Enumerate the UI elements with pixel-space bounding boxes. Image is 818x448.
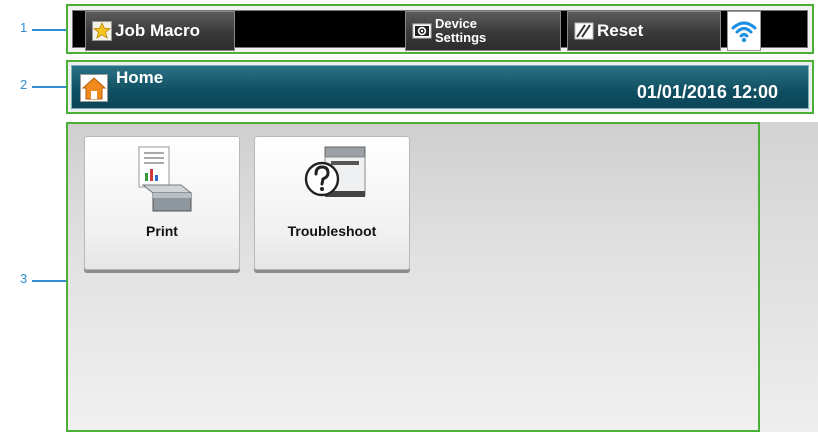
reset-icon: [574, 21, 594, 41]
troubleshoot-icon: [295, 143, 371, 213]
settings-screen-icon: [412, 21, 432, 41]
home-icon[interactable]: [80, 74, 108, 102]
print-icon: [125, 143, 201, 213]
callout-line-3: [32, 280, 66, 282]
device-settings-button[interactable]: Device Settings: [405, 11, 561, 51]
wifi-icon: [731, 18, 757, 44]
toolbar-region: Job Macro Device Settings Reset: [66, 4, 814, 54]
troubleshoot-tile[interactable]: Troubleshoot: [254, 136, 410, 270]
callout-line-1: [32, 29, 66, 31]
datetime-display: 01/01/2016 12:00: [636, 82, 778, 102]
job-macro-label: Job Macro: [115, 21, 201, 40]
scroll-area-background: [760, 122, 818, 432]
troubleshoot-label: Troubleshoot: [287, 223, 377, 239]
callout-line-2: [32, 86, 66, 88]
star-icon: [92, 21, 112, 41]
status-bar: Home 01/01/2016 12:00: [71, 65, 809, 109]
callout-number-1: 1: [20, 20, 28, 35]
print-label: Print: [146, 223, 178, 239]
wifi-button[interactable]: [727, 11, 761, 51]
job-macro-button[interactable]: Job Macro: [85, 11, 235, 51]
status-region: Home 01/01/2016 12:00: [66, 60, 814, 114]
home-label: Home: [116, 68, 164, 87]
device-settings-label: Device Settings: [435, 17, 486, 45]
device-settings-label-line1: Device: [435, 16, 477, 31]
toolbar: Job Macro Device Settings Reset: [72, 10, 808, 51]
main-region: Print Troubleshoot: [66, 122, 760, 432]
device-settings-label-line2: Settings: [435, 30, 487, 45]
callout-number-2: 2: [20, 77, 28, 92]
reset-label: Reset: [597, 21, 644, 40]
reset-button[interactable]: Reset: [567, 11, 721, 51]
callout-number-3: 3: [20, 271, 28, 286]
print-tile[interactable]: Print: [84, 136, 240, 270]
